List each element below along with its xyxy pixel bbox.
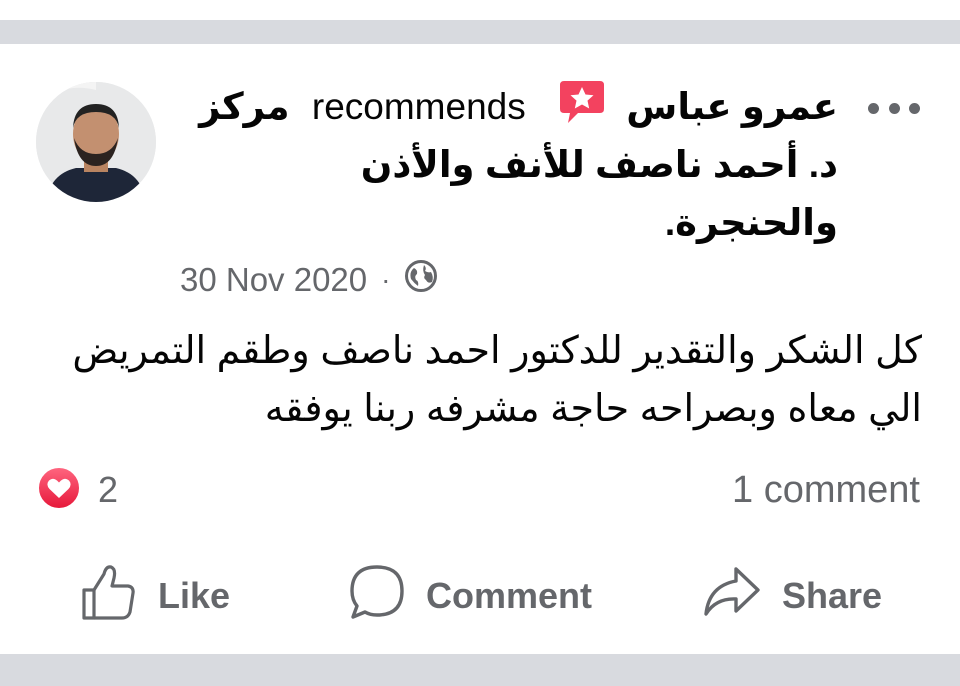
recommends-text: recommends xyxy=(311,86,526,127)
reactions-summary[interactable]: 2 xyxy=(36,465,119,516)
share-arrow-icon xyxy=(702,564,782,629)
feed-divider-top xyxy=(0,20,960,44)
reaction-count: 2 xyxy=(98,469,119,510)
like-button[interactable]: Like xyxy=(80,560,230,632)
thumbs-up-icon xyxy=(80,562,158,631)
meta-separator: · xyxy=(381,264,391,295)
author-avatar[interactable] xyxy=(36,82,156,202)
post-date[interactable]: 30 Nov 2020 xyxy=(180,261,367,299)
comment-count-link[interactable]: 1 comment xyxy=(732,466,920,514)
recommendation-star-icon xyxy=(558,79,606,125)
post-header: عمرو عباس recommends مركز د. أحمد ناصف ل… xyxy=(178,78,838,252)
more-options-icon[interactable] xyxy=(868,96,920,120)
post-body: كل الشكر والتقدير للدكتور احمد ناصف وطقم… xyxy=(72,330,922,430)
share-button[interactable]: Share xyxy=(702,560,882,632)
comment-label: Comment xyxy=(426,575,593,616)
comment-bubble-icon xyxy=(348,563,426,630)
share-label: Share xyxy=(782,575,883,616)
comment-button[interactable]: Comment xyxy=(348,560,592,632)
feed-divider-bottom xyxy=(0,654,960,686)
like-label: Like xyxy=(158,575,231,616)
globe-icon xyxy=(404,259,438,301)
love-reaction-icon xyxy=(36,465,82,516)
post-meta: 30 Nov 2020 · xyxy=(180,258,438,302)
author-name[interactable]: عمرو عباس xyxy=(626,86,838,127)
post-action-bar: Like Comment Share xyxy=(0,560,960,632)
